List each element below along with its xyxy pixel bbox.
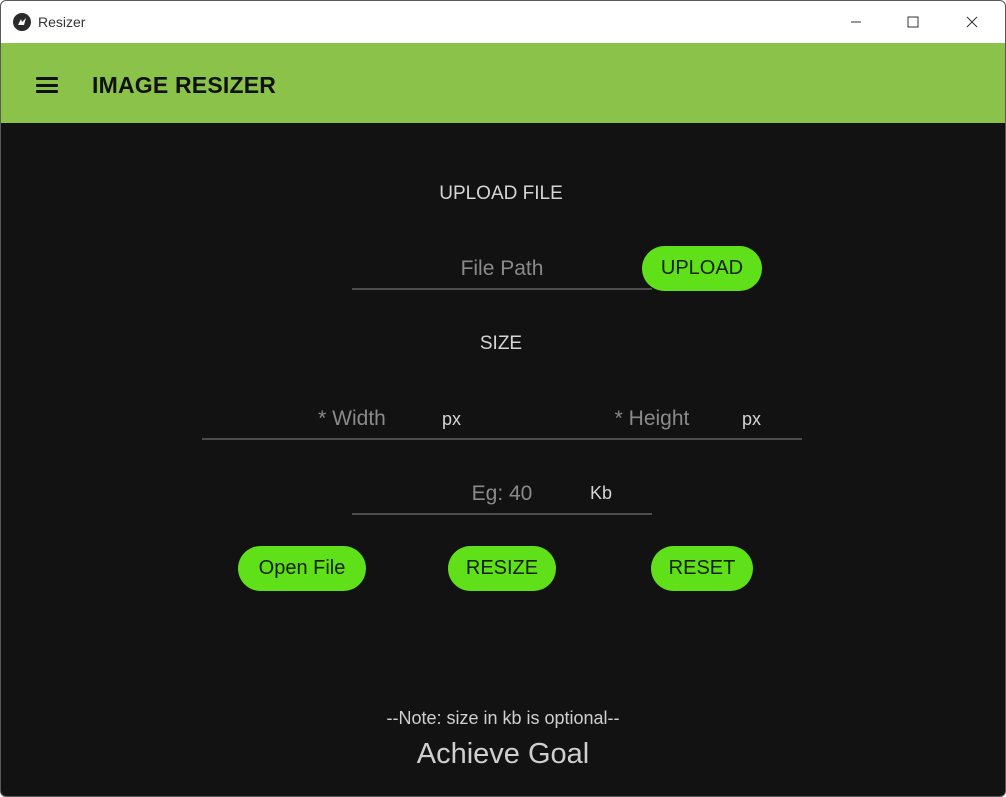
width-placeholder: * Width xyxy=(318,407,386,430)
height-placeholder: * Height xyxy=(614,407,690,430)
optional-size-note: --Note: size in kb is optional-- xyxy=(386,708,620,728)
file-path-placeholder: File Path xyxy=(460,257,544,280)
close-icon[interactable] xyxy=(943,1,1001,43)
kb-unit: Kb xyxy=(590,483,613,503)
upload-button[interactable]: UPLOAD xyxy=(642,246,762,291)
window-title: Resizer xyxy=(38,14,86,30)
reset-button[interactable]: RESET xyxy=(651,546,753,591)
kivy-app-icon xyxy=(13,13,31,31)
height-unit: px xyxy=(742,409,762,429)
size-kb-placeholder: Eg: 40 xyxy=(471,482,533,505)
upload-section-label: UPLOAD FILE xyxy=(439,183,563,204)
minimize-icon[interactable] xyxy=(827,1,885,43)
app-window: Resizer IMAGE RESIZER UPLOAD FILE File P… xyxy=(0,0,1006,797)
app-heading: IMAGE RESIZER xyxy=(92,72,277,98)
open-file-button[interactable]: Open File xyxy=(238,546,366,591)
menu-icon[interactable] xyxy=(34,75,60,95)
width-unit: px xyxy=(442,409,462,429)
maximize-icon[interactable] xyxy=(884,1,942,43)
size-section-label: SIZE xyxy=(479,333,523,354)
title-bar: Resizer xyxy=(1,1,1005,43)
resize-button[interactable]: RESIZE xyxy=(448,546,556,591)
file-path-input[interactable]: File Path xyxy=(352,257,652,290)
goal-text: Achieve Goal xyxy=(416,738,590,770)
